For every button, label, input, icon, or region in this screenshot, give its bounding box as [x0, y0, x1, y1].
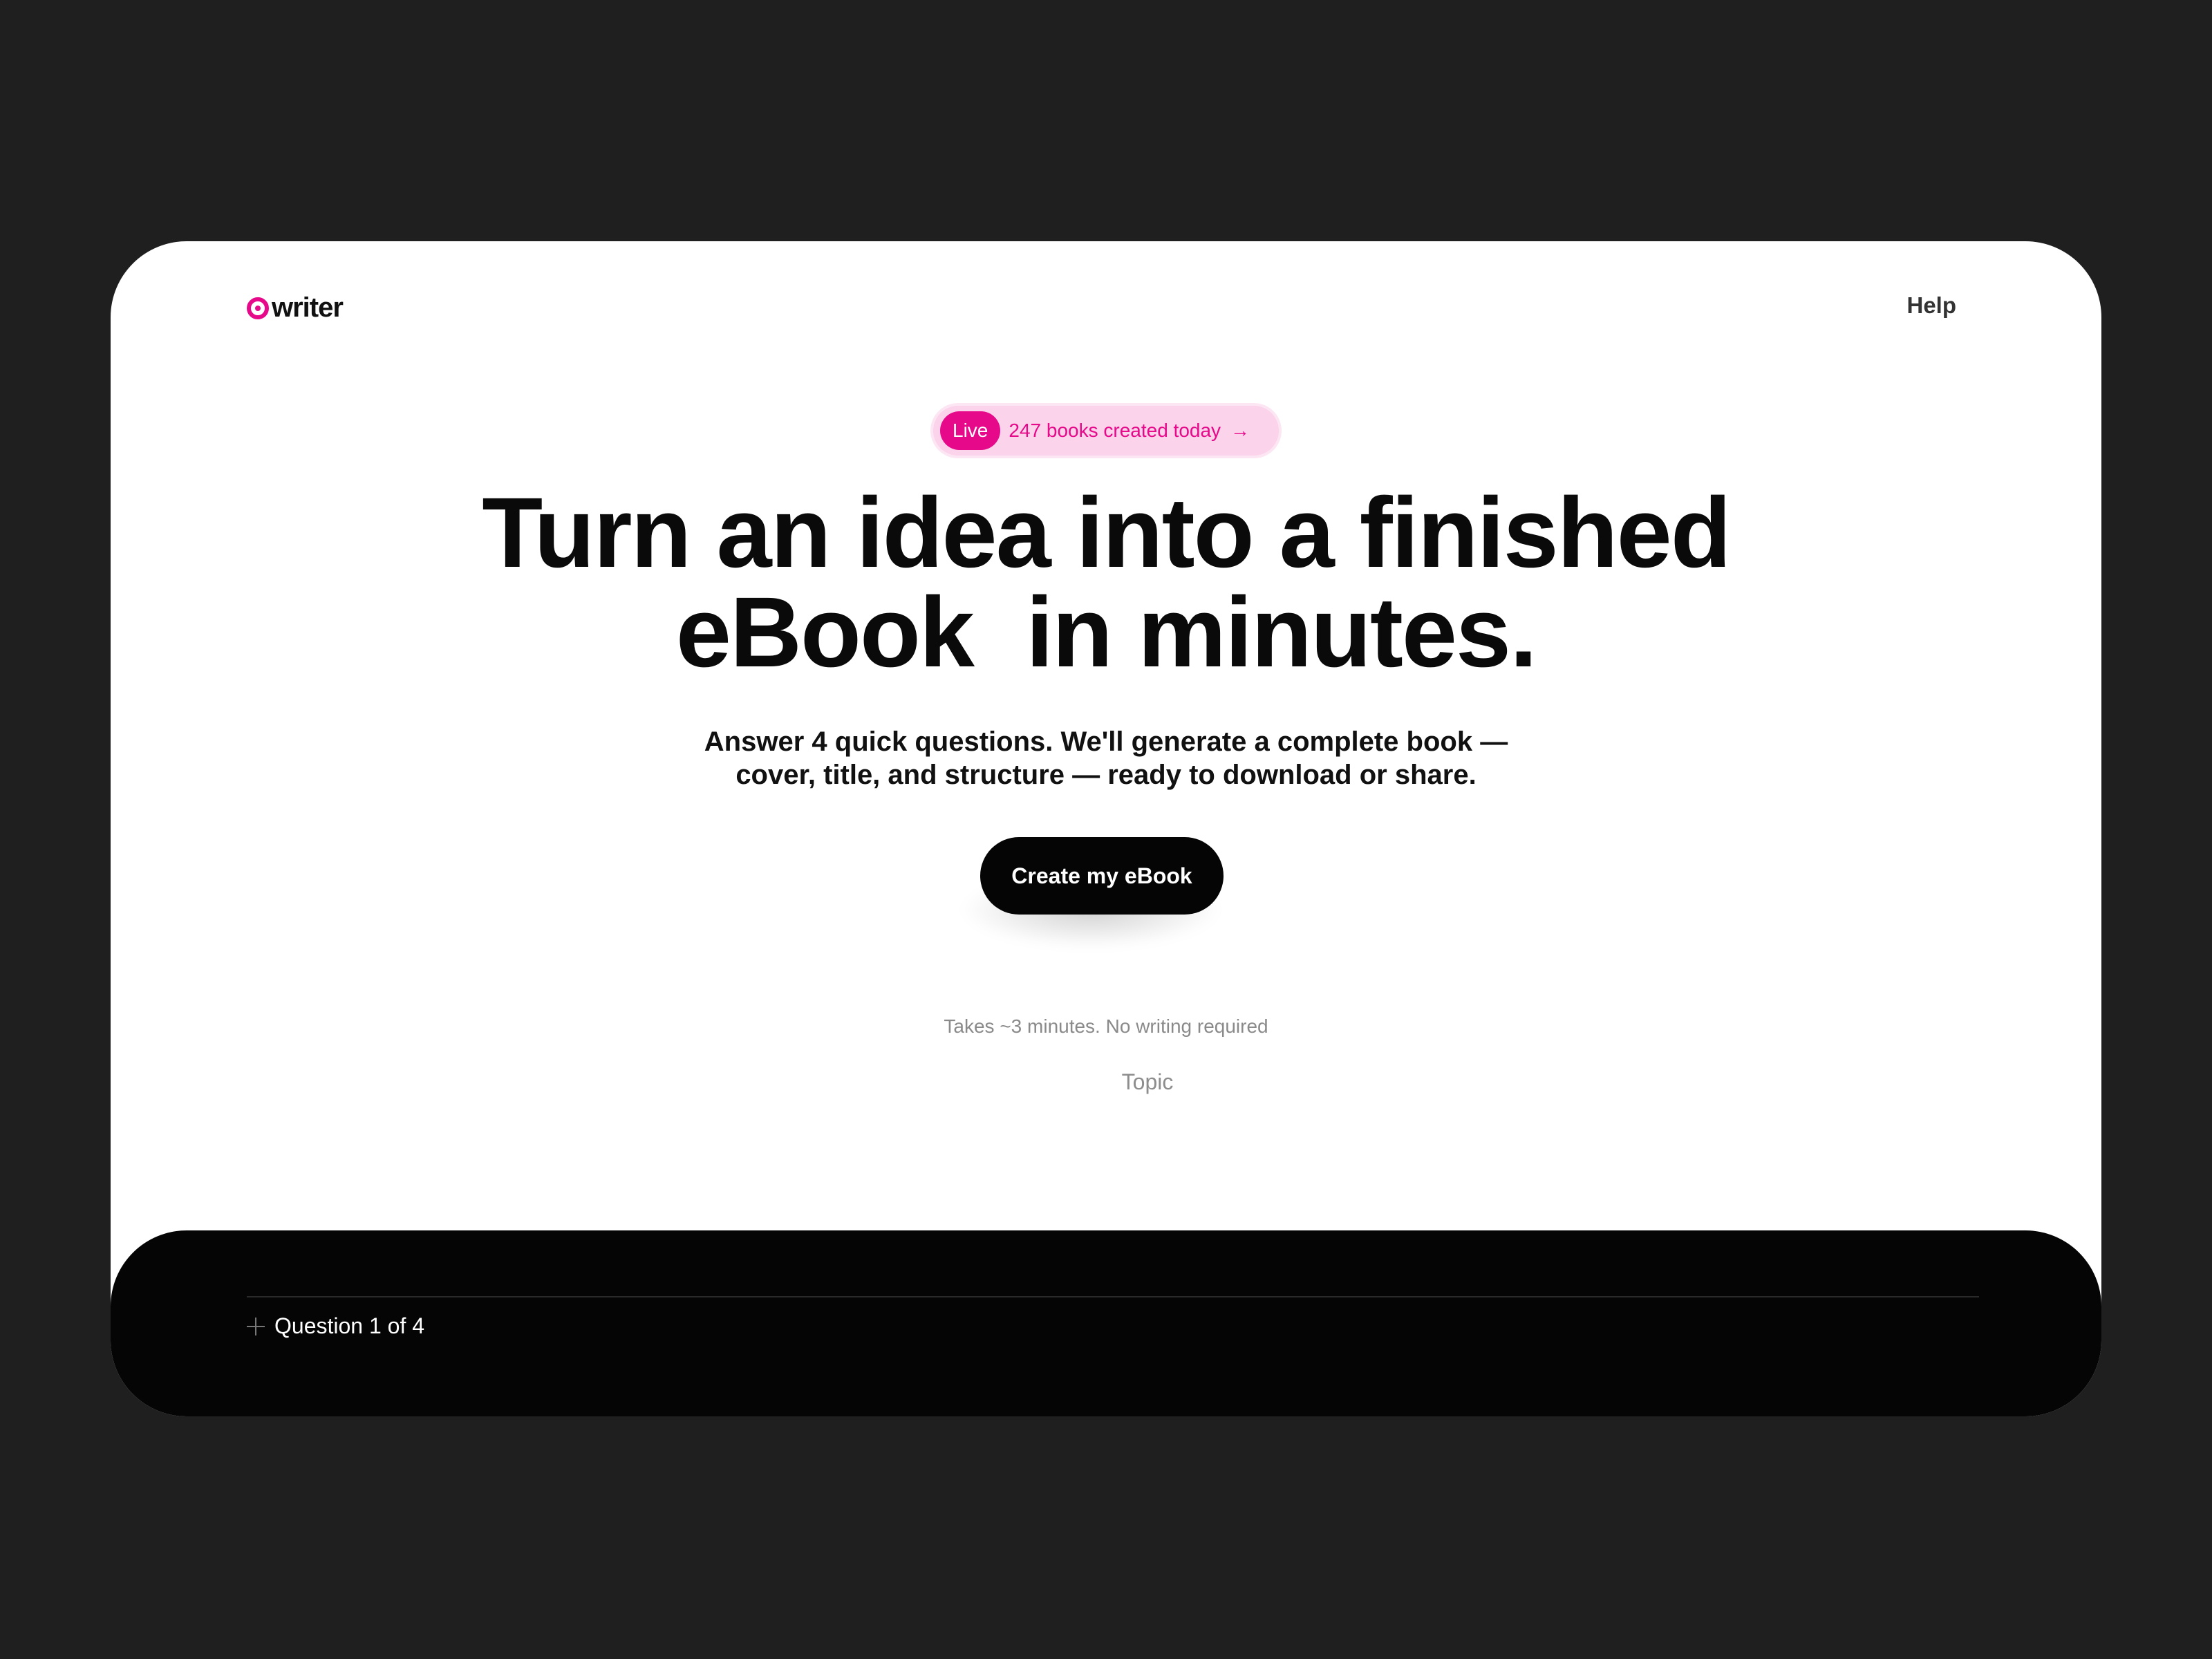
help-link[interactable]: Help [1906, 292, 1956, 319]
cta-wrapper: Create my eBook [959, 837, 1224, 948]
subtitle-line-2: cover, title, and structure — ready to d… [735, 760, 1477, 790]
copyright-circle-icon [247, 297, 269, 319]
create-ebook-button[interactable]: Create my eBook [980, 837, 1224, 915]
question-progress-label: Question 1 of 4 [274, 1313, 425, 1338]
time-note: Takes ~3 minutes. No writing required [944, 1015, 1268, 1037]
brand-logo[interactable]: writer [247, 292, 344, 324]
brand-name: writer [272, 292, 344, 323]
question-bar: Question 1 of 4 [111, 1230, 2101, 1416]
enter-icon[interactable]: ↴ [1948, 1072, 1965, 1096]
plus-icon [247, 1317, 265, 1335]
hero-subtitle: Answer 4 quick questions. We'll generate… [111, 725, 2101, 791]
live-books-pill[interactable]: Live 247 books created today → [933, 406, 1279, 456]
hero-headline: Turn an idea into a finished eBook in mi… [111, 483, 2101, 682]
live-badge: Live [940, 411, 1001, 450]
live-books-count: 247 books created today [1009, 420, 1221, 441]
top-bar: writer Help [111, 241, 2101, 379]
subtitle-line-1: Answer 4 quick questions. We'll generate… [704, 727, 1508, 757]
main-card: writer Help Live 247 books created today… [111, 241, 2101, 1416]
headline-line-2: eBook in minutes. [675, 577, 1537, 688]
question-progress: Question 1 of 4 [247, 1313, 424, 1339]
headline-line-1: Turn an idea into a finished [482, 477, 1731, 588]
topic-input-placeholder[interactable]: Topic [111, 1069, 2101, 1095]
divider [247, 1296, 1979, 1297]
arrow-right-icon: → [1230, 420, 1250, 441]
